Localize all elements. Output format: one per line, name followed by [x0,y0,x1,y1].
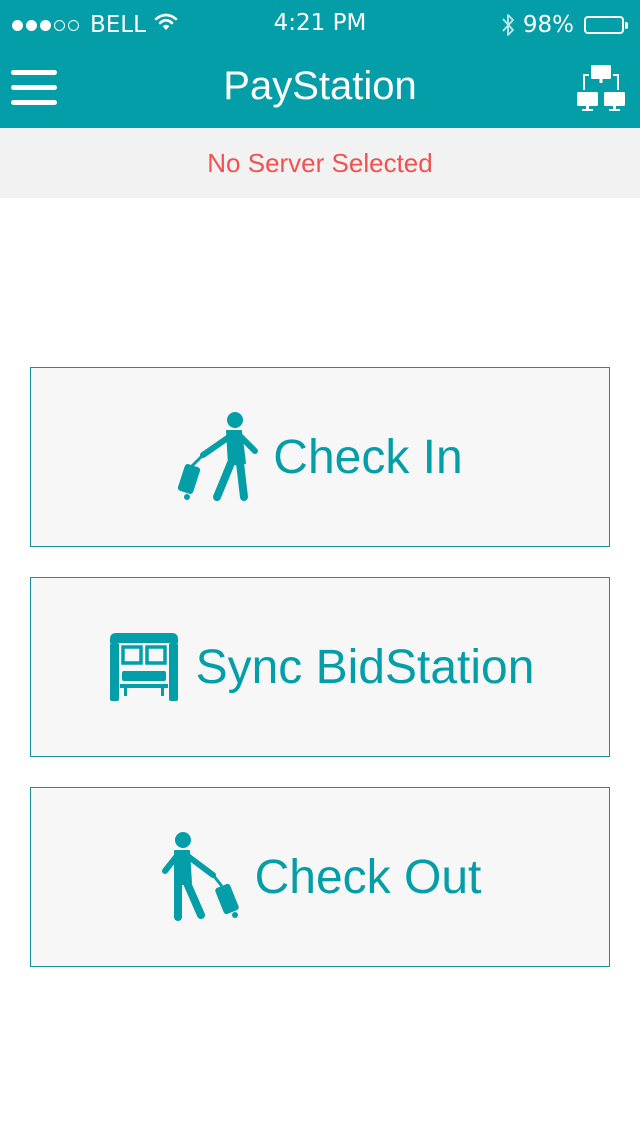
sync-bidstation-label: Sync BidStation [195,640,535,694]
person-pulling-luggage-icon [177,411,259,503]
kiosk-station-icon [106,633,182,701]
network-servers-icon[interactable] [576,64,626,112]
check-in-label: Check In [273,430,463,484]
nav-bar: PayStation [0,50,640,128]
page-title: PayStation [223,64,417,108]
bluetooth-icon [501,12,515,38]
server-status-banner: No Server Selected [0,128,640,198]
battery-percent: 98% [522,12,574,38]
check-out-label: Check Out [254,850,482,904]
check-in-button[interactable]: Check In [30,367,610,547]
sync-bidstation-button[interactable]: Sync BidStation [30,577,610,757]
person-leaving-luggage-icon [159,831,241,923]
status-bar: BELL 4:21 PM 98% [0,0,640,50]
battery-icon [584,16,628,34]
check-out-button[interactable]: Check Out [30,787,610,967]
status-right: 98% [501,10,628,40]
screen: BELL 4:21 PM 98% PayStation No Server Se… [0,0,640,1136]
